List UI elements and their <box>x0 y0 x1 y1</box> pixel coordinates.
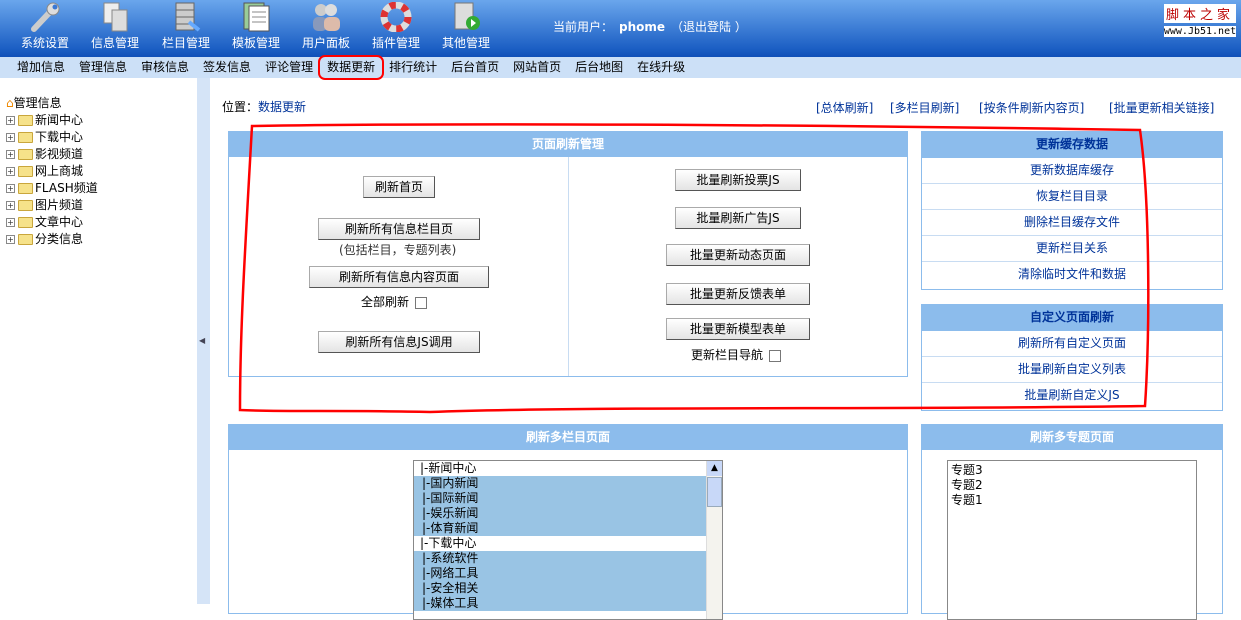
multi-class-panel: 刷新多栏目页面 |-新闻中心 |-国内新闻 |-国际新闻 |-娱乐新闻 |-体育… <box>228 424 908 620</box>
logout-link[interactable]: （退出登陆 ） <box>671 20 747 34</box>
folder-icon <box>18 149 33 160</box>
current-user: 当前用户： phome （退出登陆 ） <box>553 20 747 34</box>
menu-data-update[interactable]: 数据更新 <box>318 55 385 80</box>
multi-topic-panel: 刷新多专题页面 专题3 专题2 专题1 <box>921 424 1223 620</box>
scroll-thumb[interactable] <box>707 477 722 507</box>
cache-panel: 更新缓存数据 更新数据库缓存 恢复栏目目录 删除栏目缓存文件 更新栏目关系 清除… <box>921 131 1223 290</box>
tool-class-management[interactable]: 栏目管理 <box>151 0 221 51</box>
custom-item[interactable]: 刷新所有自定义页面 <box>922 331 1222 357</box>
username: phome <box>619 20 666 34</box>
panel-title: 页面刷新管理 <box>229 132 907 157</box>
class-nav-option: 更新栏目导航 <box>691 346 782 363</box>
database-icon <box>175 2 201 32</box>
refresh-all-list-button[interactable]: 刷新所有信息栏目页 <box>318 218 480 240</box>
refresh-js-button[interactable]: 刷新所有信息JS调用 <box>318 331 480 353</box>
collapse-arrow-icon[interactable]: ◀ <box>199 336 205 345</box>
menu-comment[interactable]: 评论管理 <box>258 57 320 78</box>
sidebar-tree: ⌂管理信息 + 新闻中心 + 下载中心 + 影视频道 + 网上商城 + FLASH频道 +… <box>0 78 197 604</box>
expand-icon[interactable]: + <box>6 116 15 125</box>
menu-manage-info[interactable]: 管理信息 <box>72 57 134 78</box>
class-select-list[interactable]: |-新闻中心 |-国内新闻 |-国际新闻 |-娱乐新闻 |-体育新闻 |-下载中… <box>413 460 723 620</box>
expand-icon[interactable]: + <box>6 201 15 210</box>
folder-icon <box>18 132 33 143</box>
expand-icon[interactable]: + <box>6 218 15 227</box>
cache-item[interactable]: 更新数据库缓存 <box>922 158 1222 184</box>
documents-icon <box>103 2 128 32</box>
expand-icon[interactable]: + <box>6 150 15 159</box>
cache-item[interactable]: 删除栏目缓存文件 <box>922 210 1222 236</box>
tree-root[interactable]: ⌂管理信息 <box>6 95 197 112</box>
tree-item[interactable]: + 新闻中心 <box>6 112 197 129</box>
folder-icon <box>18 200 33 211</box>
site-logo: 脚本之家 www.Jb51.net <box>1160 4 1240 37</box>
tool-system-settings[interactable]: 系统设置 <box>10 0 80 51</box>
class-nav-checkbox[interactable] <box>769 349 782 362</box>
template-icon <box>243 2 270 32</box>
folder-icon <box>18 115 33 126</box>
list-scrollbar[interactable]: ▲ <box>706 461 722 619</box>
menu-online-upgrade[interactable]: 在线升级 <box>630 57 692 78</box>
tool-user-panel[interactable]: 用户面板 <box>291 0 361 51</box>
sidebar-splitter[interactable]: ◀ <box>197 78 210 604</box>
tool-plugin-management[interactable]: 插件管理 <box>361 0 431 51</box>
tree-item[interactable]: + 下载中心 <box>6 129 197 146</box>
page-refresh-panel: 页面刷新管理 刷新首页 刷新所有信息栏目页 (包括栏目，专题列表) 刷新所有信息… <box>228 131 908 377</box>
batch-vote-js-button[interactable]: 批量刷新投票JS <box>675 169 801 191</box>
batch-feedback-form-button[interactable]: 批量更新反馈表单 <box>666 283 810 305</box>
refresh-all-content-button[interactable]: 刷新所有信息内容页面 <box>309 266 489 288</box>
folder-icon <box>18 217 33 228</box>
batch-dynamic-page-button[interactable]: 批量更新动态页面 <box>666 244 810 266</box>
link-full-refresh[interactable]: [总体刷新] <box>816 99 873 116</box>
expand-icon[interactable]: + <box>6 167 15 176</box>
menu-admin-home[interactable]: 后台首页 <box>444 57 506 78</box>
folder-icon <box>18 234 33 245</box>
menu-sign-info[interactable]: 签发信息 <box>196 57 258 78</box>
folder-icon <box>18 183 33 194</box>
tree-item[interactable]: + FLASH频道 <box>6 180 197 197</box>
cache-item[interactable]: 更新栏目关系 <box>922 236 1222 262</box>
all-refresh-checkbox[interactable] <box>415 296 428 309</box>
link-batch-related-links[interactable]: [批量更新相关链接] <box>1109 99 1214 116</box>
expand-icon[interactable]: + <box>6 184 15 193</box>
scroll-up-icon[interactable]: ▲ <box>707 461 722 476</box>
expand-icon[interactable]: + <box>6 235 15 244</box>
tree-item[interactable]: + 分类信息 <box>6 231 197 248</box>
link-conditional-refresh[interactable]: [按条件刷新内容页] <box>979 99 1084 116</box>
tree-item[interactable]: + 影视频道 <box>6 146 197 163</box>
batch-ad-js-button[interactable]: 批量刷新广告JS <box>675 207 801 229</box>
menu-site-home[interactable]: 网站首页 <box>506 57 568 78</box>
lifebuoy-icon <box>380 2 412 32</box>
topic-select-list[interactable]: 专题3 专题2 专题1 <box>947 460 1197 620</box>
custom-item[interactable]: 批量刷新自定义列表 <box>922 357 1222 383</box>
menu-check-info[interactable]: 审核信息 <box>134 57 196 78</box>
cache-item[interactable]: 清除临时文件和数据 <box>922 262 1222 288</box>
tree-item[interactable]: + 文章中心 <box>6 214 197 231</box>
home-icon: ⌂ <box>6 96 14 110</box>
expand-icon[interactable]: + <box>6 133 15 142</box>
all-refresh-option: 全部刷新 <box>361 293 428 310</box>
tool-other-management[interactable]: 其他管理 <box>431 0 501 51</box>
breadcrumb: 位置：数据更新 <box>222 100 307 114</box>
sub-menu: 增加信息 管理信息 审核信息 签发信息 评论管理 数据更新 排行统计 后台首页 … <box>0 55 1241 80</box>
custom-item[interactable]: 批量刷新自定义JS <box>922 383 1222 409</box>
cache-item[interactable]: 恢复栏目目录 <box>922 184 1222 210</box>
play-doc-icon <box>454 2 480 30</box>
batch-model-form-button[interactable]: 批量更新模型表单 <box>666 318 810 340</box>
menu-admin-map[interactable]: 后台地图 <box>568 57 630 78</box>
wrench-icon <box>31 2 60 32</box>
menu-ranking[interactable]: 排行统计 <box>382 57 444 78</box>
tool-info-management[interactable]: 信息管理 <box>80 0 150 51</box>
refresh-home-button[interactable]: 刷新首页 <box>363 176 435 198</box>
users-icon <box>313 4 340 31</box>
top-header: 系统设置 信息管理 栏目管理 模板管理 用户面板 插件管理 其他管理 当前用户：… <box>0 0 1241 57</box>
tree-item[interactable]: + 图片频道 <box>6 197 197 214</box>
custom-page-panel: 自定义页面刷新 刷新所有自定义页面 批量刷新自定义列表 批量刷新自定义JS <box>921 304 1223 411</box>
tree-item[interactable]: + 网上商城 <box>6 163 197 180</box>
link-multi-class-refresh[interactable]: [多栏目刷新] <box>890 99 959 116</box>
menu-add-info[interactable]: 增加信息 <box>10 57 72 78</box>
folder-icon <box>18 166 33 177</box>
tool-template-management[interactable]: 模板管理 <box>221 0 291 51</box>
